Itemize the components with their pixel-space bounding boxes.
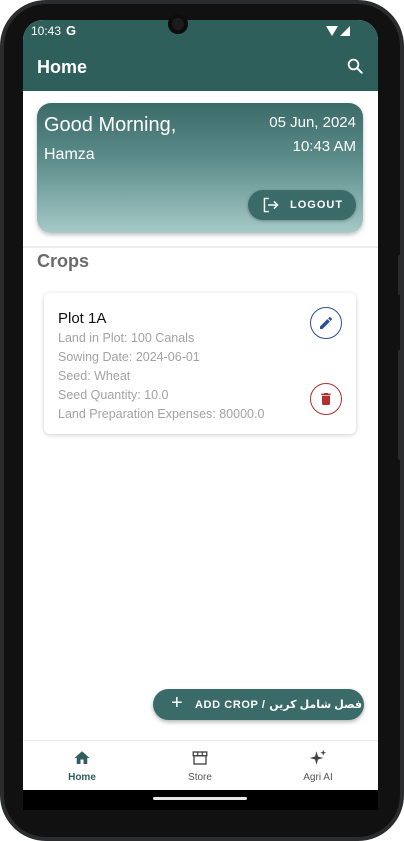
nav-item-store[interactable]: Store [141,741,259,791]
gesture-home-bar[interactable] [153,797,247,800]
edit-crop-button[interactable] [310,307,342,339]
logout-label: LOGOUT [290,199,344,211]
power-button [398,350,403,460]
greeting-card: Good Morning, Hamza 05 Jun, 2024 10:43 A… [37,103,363,233]
plus-icon: + [171,692,183,714]
nav-item-home[interactable]: Home [23,741,141,791]
app-bar: Home [23,43,378,91]
nav-label-store: Store [188,772,212,783]
logout-icon [263,197,279,213]
delete-crop-button[interactable] [310,383,342,415]
crop-seed-quantity: Seed Quantity: 10.0 [58,388,169,402]
greeting-text: Good Morning, [44,114,177,136]
status-time: 10:43 [31,24,62,38]
add-crop-label: ADD CROP / فصل شامل کریں [195,699,363,711]
volume-button [398,255,403,295]
sparkle-icon [309,749,327,765]
bottom-nav: Home Store Agri AI [23,740,378,791]
crop-land-in-plot: Land in Plot: 100 Canals [58,331,195,345]
crop-seed: Seed: Wheat [58,369,131,383]
current-time: 10:43 AM [292,138,356,155]
main-content: Good Morning, Hamza 05 Jun, 2024 10:43 A… [23,91,378,740]
crop-land-prep-expenses: Land Preparation Expenses: 80000.0 [58,407,265,421]
search-icon[interactable] [346,57,364,75]
logout-button[interactable]: LOGOUT [248,190,356,220]
user-name: Hamza [44,146,95,163]
google-icon: G [66,23,77,38]
crop-name: Plot 1A [58,310,107,327]
nav-item-agri-ai[interactable]: Agri AI [259,741,377,791]
system-nav-bar [23,790,378,810]
nav-label-agri-ai: Agri AI [303,772,333,783]
screen: 10:43 G Home Good Morning, Hamza 05 Jun,… [23,20,378,810]
page-title: Home [37,57,88,77]
cell-signal-icon [340,26,350,36]
wifi-icon [326,26,338,36]
front-camera [168,14,188,34]
status-bar: 10:43 G [23,20,378,43]
current-date: 05 Jun, 2024 [269,114,356,131]
crops-section-title: Crops [37,251,90,271]
trash-icon [320,392,331,405]
home-icon [74,751,90,764]
divider [23,246,378,248]
store-icon [192,751,208,765]
nav-label-home: Home [68,772,96,783]
pencil-icon [319,316,332,329]
add-crop-button[interactable]: + ADD CROP / فصل شامل کریں [153,689,364,720]
crop-sowing-date: Sowing Date: 2024-06-01 [58,350,200,364]
crop-card[interactable]: Plot 1A Land in Plot: 100 Canals Sowing … [44,293,356,434]
